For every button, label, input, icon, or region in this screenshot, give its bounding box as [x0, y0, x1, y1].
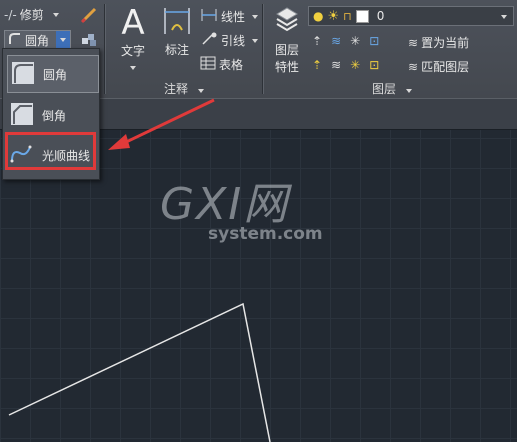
red-arrow-icon — [108, 98, 215, 150]
color-swatch — [355, 9, 369, 23]
dropdown-item-fillet[interactable]: 圆角 — [7, 55, 99, 93]
annotation-panel-title[interactable]: 注释 — [164, 80, 204, 97]
watermark: GXI网 system.com — [160, 179, 323, 245]
chevron-down-icon — [197, 89, 204, 93]
ribbon-separator — [104, 4, 106, 94]
text-button[interactable]: A 文字 — [112, 4, 154, 74]
chevron-down-icon — [501, 15, 507, 19]
table-button[interactable]: 表格 — [200, 56, 243, 73]
layer-tool-icon[interactable]: ✳ — [350, 34, 360, 48]
layer-tool-icon[interactable]: ≋ — [331, 34, 341, 48]
layer-properties-label-2: 特性 — [274, 60, 299, 74]
dimension-icon — [160, 4, 194, 41]
fillet-split-button[interactable]: 圆角 — [4, 30, 72, 50]
pencil-icon[interactable] — [80, 6, 98, 27]
linear-label: 线性 — [221, 10, 246, 24]
layer-tools-row-1: ⇡ ≋ ✳ ⊡ — [312, 34, 379, 48]
table-label: 表格 — [219, 58, 244, 72]
linear-button[interactable]: 线性 — [200, 8, 259, 25]
layer-stack-icon — [270, 4, 304, 43]
layer-tool-icon[interactable]: ⊡ — [369, 34, 379, 48]
layer-tool-icon[interactable]: ⇡ — [312, 34, 322, 48]
text-label: 文字 — [120, 44, 145, 58]
linear-dimension-icon — [200, 8, 218, 25]
chevron-down-icon — [130, 66, 136, 70]
trim-button[interactable]: -/- 修剪 — [4, 6, 59, 23]
set-current-label: 置为当前 — [421, 36, 470, 50]
layer-tool-icon[interactable]: ✳ — [350, 58, 360, 72]
watermark-logo: GXI网 — [160, 179, 290, 230]
layer-tool-icon[interactable]: ⊡ — [369, 58, 379, 72]
table-icon — [200, 56, 216, 73]
watermark-domain: system.com — [208, 224, 323, 244]
fillet-dropdown-toggle[interactable] — [56, 31, 71, 49]
dropdown-item-label: 圆角 — [43, 67, 68, 82]
dropdown-item-chamfer[interactable]: 倒角 — [7, 97, 97, 133]
match-layer-icon: ≋ — [408, 59, 419, 74]
layer-properties-label-1: 图层 — [274, 43, 299, 57]
match-layer-label: 匹配图层 — [421, 60, 470, 74]
leader-label: 引线 — [221, 34, 246, 48]
chevron-down-icon — [52, 12, 59, 17]
set-current-button[interactable]: ≋ 置为当前 — [408, 34, 469, 51]
chamfer-icon — [10, 102, 34, 129]
trim-icon: -/- — [4, 7, 17, 22]
leader-button[interactable]: 引线 — [200, 32, 259, 49]
dimension-label: 标注 — [164, 43, 189, 57]
chevron-down-icon — [405, 89, 412, 93]
set-current-icon: ≋ — [408, 35, 419, 50]
drawn-polyline — [8, 302, 271, 442]
unlock-icon: ⊓ — [343, 9, 352, 23]
trim-label: 修剪 — [19, 8, 44, 22]
chevron-down-icon — [252, 14, 259, 19]
text-icon: A — [121, 3, 145, 43]
chevron-down-icon — [252, 38, 259, 43]
layer-tools-row-2: ⇡ ≋ ✳ ⊡ — [312, 58, 379, 72]
layers-panel-title[interactable]: 图层 — [372, 80, 412, 97]
lightbulb-icon: ● — [313, 9, 324, 23]
ribbon-separator — [262, 4, 264, 94]
layer-dropdown[interactable]: ● ☀ ⊓ 0 — [308, 6, 514, 26]
layer-properties-button[interactable]: 图层 特性 — [270, 4, 304, 75]
layer-tool-icon[interactable]: ⇡ — [312, 58, 322, 72]
layer-tool-icon[interactable]: ≋ — [331, 58, 341, 72]
highlight-box — [5, 132, 96, 170]
fillet-icon — [8, 32, 22, 49]
current-layer-name: 0 — [376, 9, 385, 23]
dropdown-item-label: 倒角 — [42, 108, 67, 123]
match-layer-button[interactable]: ≋ 匹配图层 — [408, 58, 469, 75]
fillet-icon — [11, 61, 35, 88]
dimension-button[interactable]: 标注 — [160, 4, 194, 64]
leader-icon — [200, 32, 218, 49]
fillet-label: 圆角 — [25, 33, 50, 48]
sun-icon: ☀ — [327, 8, 340, 24]
